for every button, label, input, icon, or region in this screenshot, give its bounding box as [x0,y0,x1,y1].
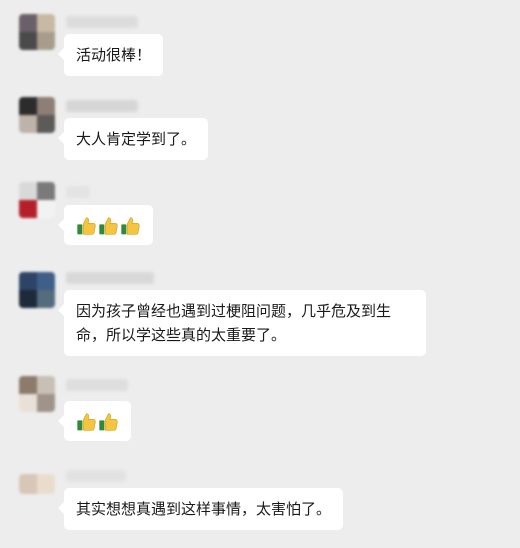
message-bubble[interactable] [58,205,153,245]
avatar-block [37,182,55,200]
avatar-block [37,394,55,412]
message-text: 大人肯定学到了。 [76,130,197,148]
chat-message-list[interactable]: 活动很棒！ 大人肯定学到了。 因为孩子曾经也遇到过梗阻问题，几乎危及到生命，所以… [0,0,520,548]
emoji-row [76,205,141,245]
avatar-block [37,474,55,494]
avatar[interactable] [19,474,55,494]
avatar-block [19,97,37,115]
message-bubble[interactable]: 其实想想真遇到这样事情，太害怕了。 [57,488,344,530]
avatar-block [19,290,37,308]
emoji-row [76,401,119,441]
avatar-block [37,272,55,290]
avatar-block [19,32,37,50]
avatar-block [19,115,37,133]
avatar-block [19,182,37,200]
avatar-block [37,14,55,32]
avatar-block [37,290,55,308]
sender-name-blurred [66,100,138,112]
message-bubble[interactable]: 活动很棒！ [57,34,164,76]
message-text: 其实想想真遇到这样事情，太害怕了。 [76,500,332,518]
message-bubble[interactable]: 大人肯定学到了。 [57,118,209,160]
avatar-block [19,474,37,494]
message-bubble[interactable]: 因为孩子曾经也遇到过梗阻问题，几乎危及到生命，所以学这些真的太重要了。 [58,290,426,356]
thumbs-up-icon [121,217,140,235]
avatar-block [37,376,55,394]
avatar-block [19,394,37,412]
avatar[interactable] [19,272,55,308]
sender-name-blurred [66,470,126,482]
thumbs-up-icon [99,413,118,431]
avatar[interactable] [19,14,55,50]
message-text: 活动很棒！ [76,46,152,64]
thumbs-up-icon [77,413,96,431]
message-text: 因为孩子曾经也遇到过梗阻问题，几乎危及到生命，所以学这些真的太重要了。 [76,302,392,344]
sender-name-blurred [66,186,90,198]
avatar-block [37,200,55,218]
avatar-block [19,272,37,290]
avatar[interactable] [19,182,55,218]
avatar-block [37,32,55,50]
avatar-block [37,97,55,115]
avatar-block [19,14,37,32]
avatar-block [19,200,37,218]
sender-name-blurred [66,272,154,284]
avatar[interactable] [19,97,55,133]
sender-name-blurred [66,16,138,28]
sender-name-blurred [66,379,128,391]
avatar-block [37,115,55,133]
thumbs-up-icon [99,217,118,235]
thumbs-up-icon [77,217,96,235]
avatar[interactable] [19,376,55,412]
message-bubble[interactable] [58,401,131,441]
avatar-block [19,376,37,394]
